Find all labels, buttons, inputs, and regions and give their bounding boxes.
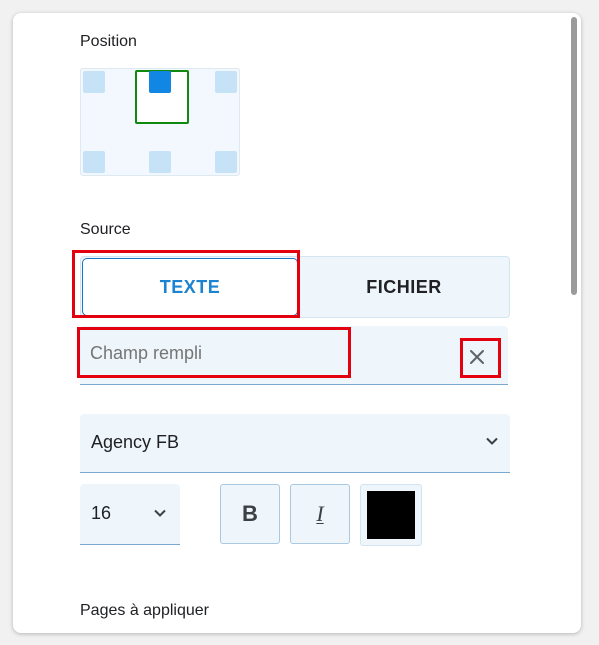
source-toggle: TEXTE FICHIER bbox=[80, 256, 510, 318]
position-bottom-center[interactable] bbox=[149, 151, 171, 173]
chevron-down-icon bbox=[486, 437, 498, 445]
font-size-value: 16 bbox=[91, 503, 112, 523]
settings-panel: Position Source TEXTE FICHIER Agency FB bbox=[13, 13, 581, 633]
position-bottom-left[interactable] bbox=[83, 151, 105, 173]
font-family-value: Agency FB bbox=[91, 432, 180, 452]
italic-icon: I bbox=[316, 501, 324, 526]
scrollbar-thumb[interactable] bbox=[571, 17, 577, 295]
position-top-right[interactable] bbox=[215, 71, 237, 93]
bold-icon: B bbox=[242, 501, 258, 526]
close-icon bbox=[470, 350, 484, 364]
position-grid bbox=[80, 68, 240, 176]
text-field bbox=[80, 326, 508, 385]
position-bottom-right[interactable] bbox=[215, 151, 237, 173]
source-label: Source bbox=[80, 221, 131, 238]
pages-label: Pages à appliquer bbox=[80, 602, 209, 619]
tab-texte[interactable]: TEXTE bbox=[82, 258, 298, 316]
position-top-left[interactable] bbox=[83, 71, 105, 93]
italic-button[interactable]: I bbox=[290, 484, 350, 544]
bold-button[interactable]: B bbox=[220, 484, 280, 544]
position-top-center[interactable] bbox=[149, 71, 171, 93]
color-swatch bbox=[367, 491, 415, 539]
text-input[interactable] bbox=[90, 338, 430, 368]
clear-text-button[interactable] bbox=[460, 340, 494, 374]
text-color-button[interactable] bbox=[360, 484, 422, 546]
font-family-select[interactable]: Agency FB bbox=[80, 414, 510, 473]
position-label: Position bbox=[80, 33, 137, 50]
tab-fichier[interactable]: FICHIER bbox=[299, 257, 509, 317]
chevron-down-icon bbox=[154, 509, 166, 517]
scrollbar[interactable] bbox=[571, 17, 577, 629]
font-size-select[interactable]: 16 bbox=[80, 484, 180, 545]
